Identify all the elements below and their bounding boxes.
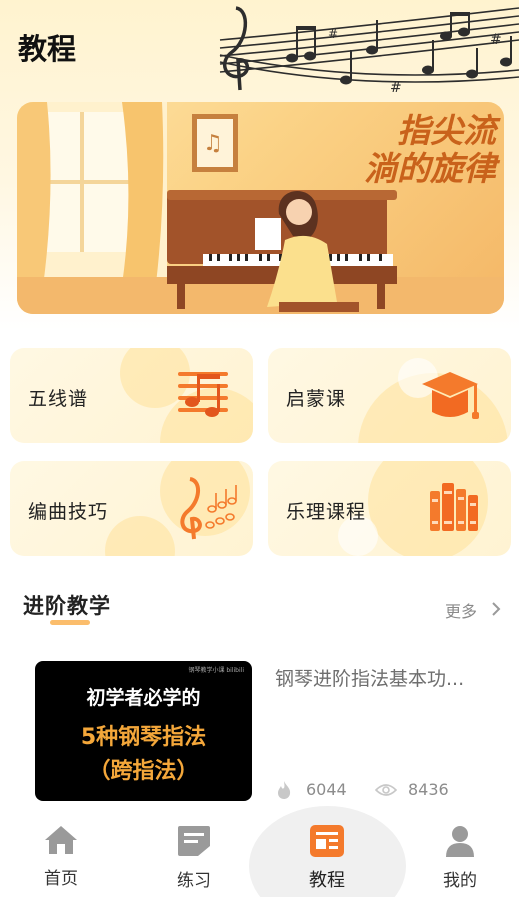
- decor-blob: [105, 516, 175, 556]
- home-icon: [45, 826, 77, 854]
- category-staff[interactable]: 五线谱: [10, 348, 253, 443]
- graduation-cap-icon: [422, 372, 479, 419]
- course-title[interactable]: 钢琴进阶指法基本功...: [275, 664, 485, 691]
- category-music-theory[interactable]: 乐理课程: [268, 461, 511, 556]
- tutorial-icon: [310, 825, 344, 857]
- page-title: 教程: [18, 32, 77, 66]
- likes-count: 6044: [306, 780, 347, 799]
- nav-home-label: 首页: [44, 869, 78, 889]
- course-thumbnail[interactable]: 钢琴教学小课 bilibili 初学者必学的 5种钢琴指法 （跨指法）: [35, 661, 252, 801]
- more-link[interactable]: 更多: [445, 598, 477, 622]
- nav-profile-label: 我的: [443, 871, 477, 891]
- nav-practice-label: 练习: [177, 871, 211, 891]
- thumbnail-line2: 5种钢琴指法: [80, 725, 207, 750]
- category-label: 编曲技巧: [28, 501, 109, 523]
- thumbnail-tag: 钢琴教学小课 bilibili: [188, 667, 244, 674]
- promo-banner[interactable]: ♫ 指尖流 淌的旋律: [17, 102, 504, 314]
- section-title: 进阶教学: [23, 594, 111, 618]
- nav-tutorial[interactable]: 教程: [287, 824, 367, 892]
- music-notes-decoration-icon: # # #: [219, 6, 519, 96]
- nav-profile[interactable]: 我的: [420, 824, 500, 891]
- svg-text:#: #: [328, 27, 338, 41]
- banner-headline: 指尖流 淌的旋律: [364, 112, 496, 188]
- treble-clef-icon: [180, 477, 237, 540]
- profile-icon: [446, 826, 474, 857]
- svg-text:#: #: [490, 32, 502, 48]
- category-label: 启蒙课: [286, 388, 347, 410]
- fire-icon: [278, 781, 291, 799]
- section-title-underline: [50, 620, 90, 625]
- nav-home[interactable]: 首页: [21, 824, 101, 889]
- banner-headline-line1: 指尖流: [397, 111, 496, 150]
- banner-headline-line2: 淌的旋律: [364, 149, 496, 188]
- eye-icon: [375, 784, 397, 796]
- thumbnail-line3: （跨指法）: [88, 759, 199, 784]
- category-arrangement[interactable]: 编曲技巧: [10, 461, 253, 556]
- books-icon: [430, 483, 478, 531]
- category-enlightenment[interactable]: 启蒙课: [268, 348, 511, 443]
- category-label: 乐理课程: [286, 501, 367, 523]
- svg-text:#: #: [390, 80, 402, 96]
- thumbnail-line1: 初学者必学的: [86, 687, 201, 709]
- svg-text:♫: ♫: [203, 131, 223, 156]
- nav-practice[interactable]: 练习: [154, 824, 234, 891]
- staff-notes-icon: [178, 372, 228, 417]
- category-label: 五线谱: [28, 388, 89, 410]
- practice-icon: [178, 826, 210, 856]
- views-count: 8436: [408, 780, 449, 799]
- chevron-right-icon[interactable]: [490, 600, 502, 618]
- nav-tutorial-label: 教程: [309, 870, 345, 891]
